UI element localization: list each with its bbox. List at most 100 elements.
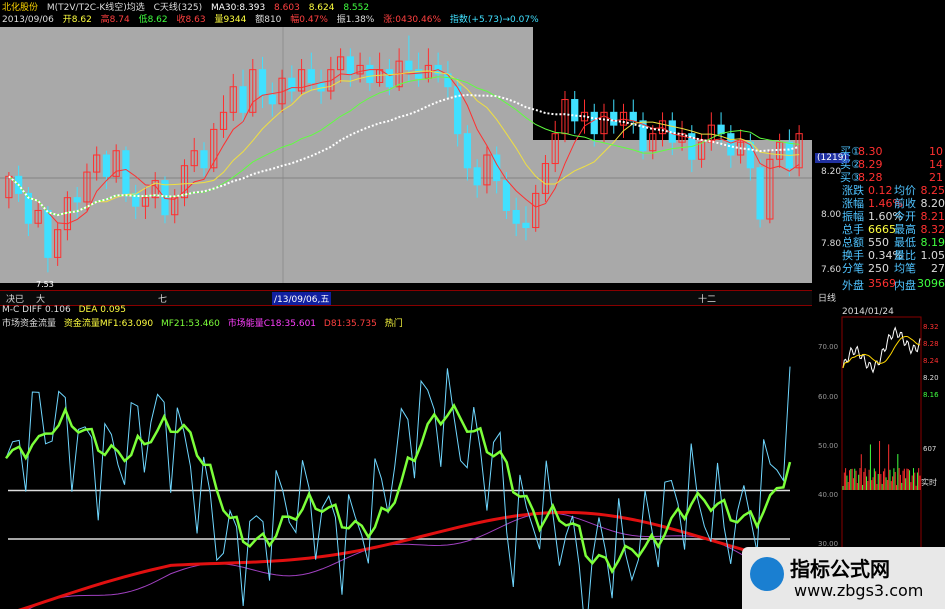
- bid-price: 8.29: [858, 158, 883, 171]
- diff-value: M-C DIFF 0.106: [2, 305, 71, 315]
- stat-label: 均笔: [894, 262, 916, 275]
- close-value: 收8.63: [176, 15, 206, 25]
- change-value: 幅0.47%: [290, 15, 328, 25]
- bid-row-1: 买① 8.30 10: [840, 145, 945, 158]
- candle-body: [317, 81, 325, 92]
- strip-date: /13/09/06,五: [272, 292, 332, 305]
- candle-body: [512, 209, 520, 224]
- candle-body: [756, 167, 764, 220]
- mini-price-5: 8.16: [923, 391, 939, 399]
- stat-row: 换手 0.34% 量比 1.05: [842, 249, 945, 262]
- energy-line-red: [17, 510, 791, 609]
- price-chart[interactable]: [0, 27, 812, 283]
- stat-row: 分笔 250 均笔 27: [842, 262, 945, 275]
- indicator-legend: M-C DIFF 0.106 DEA 0.095 市场资金流量 资金流量MF1:…: [0, 305, 812, 329]
- candle-body: [239, 86, 247, 113]
- amplitude-value: 振1.38%: [336, 15, 375, 25]
- indicator-chart[interactable]: [0, 329, 812, 609]
- price-label-780: 7.80: [821, 239, 842, 249]
- candle-body: [385, 69, 393, 88]
- low-price-marker: 7.53: [36, 280, 54, 289]
- bid-row-2: 买② 8.29 14: [840, 158, 945, 171]
- strip-seven: 七: [158, 295, 168, 305]
- stat-label: 今开: [894, 210, 916, 223]
- candle-body: [405, 60, 413, 71]
- flow-item-5: 热门: [384, 319, 403, 329]
- header-line-2: 2013/09/06 开8.62 高8.74 低8.62 收8.63 量9344…: [2, 12, 545, 25]
- quote-stats: 涨跌 0.12 均价 8.25 涨幅 1.46% 前收 8.20 振幅 1.60% 今开 8.21…: [842, 184, 945, 275]
- mini-price-2: 8.28: [923, 340, 939, 348]
- candle-body: [727, 133, 735, 156]
- mini-price-1: 8.32: [923, 323, 939, 331]
- stat-label: 分笔: [842, 262, 864, 275]
- stat-label: 涨幅: [842, 197, 864, 210]
- strip-big: 大: [36, 295, 46, 305]
- amount-value: 额810: [255, 15, 282, 25]
- candle-body: [590, 111, 598, 135]
- bid-price: 8.28: [858, 171, 883, 184]
- mini-axis-60: 60.00: [818, 393, 839, 401]
- stat-value: 8.19: [920, 236, 945, 249]
- bid-price: 8.30: [858, 145, 883, 158]
- candle-body: [122, 150, 130, 194]
- flow-item-1: 资金流量MF1:63.090: [63, 319, 154, 329]
- candle-body: [44, 209, 52, 258]
- stat-value: 0.12: [868, 184, 893, 197]
- stat-value: 1.05: [920, 249, 945, 262]
- volume-value: 量9344: [214, 15, 247, 25]
- candle-body: [454, 86, 462, 135]
- flow-name[interactable]: 市场资金流量: [2, 319, 56, 329]
- period-strip[interactable]: 决已 大 七 /13/09/06,五 十二: [0, 290, 812, 306]
- mini-price-3: 8.24: [923, 357, 939, 365]
- price-label-800: 8.00: [821, 210, 842, 220]
- candle-body: [307, 69, 315, 83]
- stat-value: 8.32: [920, 223, 945, 236]
- stat-row: 涨跌 0.12 均价 8.25: [842, 184, 945, 197]
- stat-label: 涨跌: [842, 184, 864, 197]
- stat-row: 总手 6665 最高 8.32: [842, 223, 945, 236]
- candle-body: [522, 222, 530, 229]
- price-label-820: 8.20: [821, 167, 842, 177]
- flow-line-cyan: [5, 366, 791, 609]
- stat-label: 换手: [842, 249, 864, 262]
- candle-body: [268, 94, 276, 105]
- stat-value: 27: [931, 262, 945, 275]
- candle-body: [346, 56, 354, 75]
- realtime-label[interactable]: 实时: [921, 477, 937, 488]
- stat-value: 6665: [868, 223, 896, 236]
- mini-vol-label: 607: [923, 445, 937, 453]
- candle-body: [717, 124, 725, 135]
- candle-body: [746, 141, 754, 169]
- bid-volume: 14: [929, 158, 943, 171]
- stat-label: 最低: [894, 236, 916, 249]
- candle-body: [463, 133, 472, 169]
- date-value: 2013/09/06: [2, 15, 54, 25]
- flow-line-green: [5, 402, 792, 575]
- stat-label: 总额: [842, 236, 864, 249]
- candle-body: [610, 111, 618, 126]
- macd-legend: M-C DIFF 0.106 DEA 0.095: [2, 305, 131, 315]
- stat-value: 8.21: [920, 210, 945, 223]
- candle-body: [161, 180, 169, 216]
- change2-value: 涨:0430.46%: [383, 15, 442, 25]
- order-book: 买① 8.30 10 买② 8.29 14 买③ 8.28 21: [840, 145, 945, 184]
- flow-item-2: MF21:53.460: [160, 319, 220, 329]
- candle-body: [258, 69, 267, 96]
- chart-header: 北化股份 M(T2V/T2C-K线空)均选 C天线(325) MA30:8.39…: [0, 0, 945, 26]
- low-value: 低8.62: [138, 15, 168, 25]
- bid-volume: 10: [929, 145, 943, 158]
- mini-axis-40: 40.00: [818, 491, 839, 499]
- stat-value: 8.25: [920, 184, 945, 197]
- stat-value: 550: [868, 236, 889, 249]
- stat-label: 前收: [894, 197, 916, 210]
- stat-label: 均价: [894, 184, 916, 197]
- dea-value: DEA 0.095: [78, 305, 127, 315]
- flow-legend: 市场资金流量 资金流量MF1:63.090 MF21:53.460 市场能量C1…: [2, 316, 408, 329]
- bid-row-3: 买③ 8.28 21: [840, 171, 945, 184]
- flow-item-4: D81:35.735: [323, 319, 377, 329]
- stat-label: 振幅: [842, 210, 864, 223]
- stat-label: 最高: [894, 223, 916, 236]
- stat-label: 量比: [894, 249, 916, 262]
- stat-row: 振幅 1.60% 今开 8.21: [842, 210, 945, 223]
- strip-left-label: 决已: [6, 295, 25, 305]
